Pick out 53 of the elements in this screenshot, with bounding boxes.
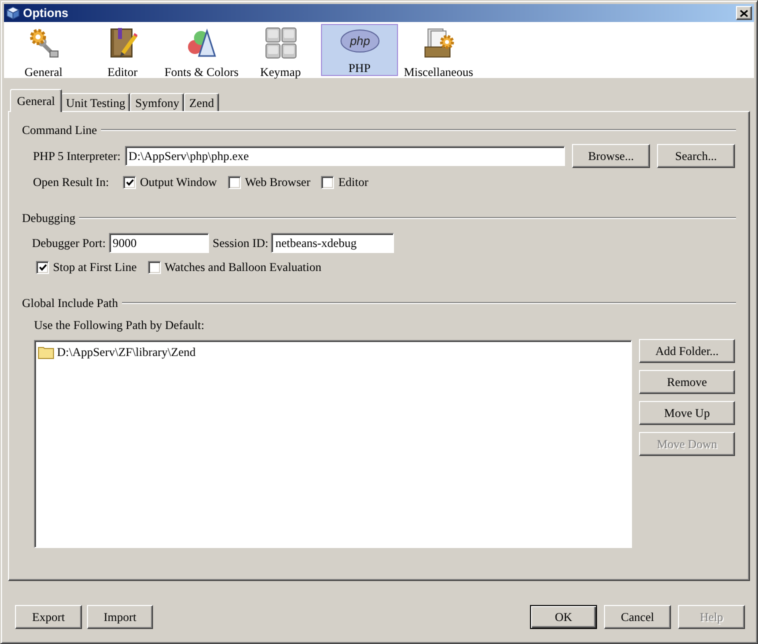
checkbox-label[interactable]: Watches and Balloon Evaluation	[164, 259, 322, 275]
checkbox-label[interactable]: Web Browser	[244, 174, 310, 190]
field-label: Debugger Port:	[32, 235, 106, 251]
caption-text: Use the Following Path by Default:	[33, 317, 204, 333]
cube-icon	[6, 6, 20, 20]
close-icon	[740, 10, 748, 16]
checkbox[interactable]	[321, 176, 334, 188]
remove-button[interactable]: Remove	[639, 370, 735, 394]
checkbox[interactable]	[123, 176, 136, 188]
field-label: PHP 5 Interpreter:	[33, 148, 121, 164]
port-field[interactable]: 9000	[108, 233, 209, 253]
color-shapes-icon	[186, 27, 218, 59]
checkbox[interactable]	[36, 260, 49, 274]
tab[interactable]: General	[10, 89, 62, 112]
close-button[interactable]	[736, 6, 752, 20]
move-up-button[interactable]: Move Up	[639, 401, 735, 425]
category-tab[interactable]: Miscellaneous	[400, 24, 477, 76]
tab[interactable]: Symfony	[130, 93, 184, 111]
path-list[interactable]: D:\AppServ\ZF\library\Zend	[34, 340, 632, 548]
field-label: Open Result In:	[33, 174, 109, 190]
section-title: Debugging	[22, 210, 76, 226]
field-label: Session ID:	[212, 235, 268, 251]
section-title: Command Line	[22, 122, 97, 138]
gear-wrench-icon	[28, 27, 60, 59]
keyboard-keys-icon	[264, 27, 296, 59]
tab[interactable]: Zend	[184, 93, 219, 111]
tab[interactable]: Unit Testing	[60, 93, 130, 111]
ok-button[interactable]: OK	[530, 605, 597, 629]
window-title: Options	[23, 6, 68, 20]
checkmark-icon	[126, 178, 134, 186]
export-button[interactable]: Export	[15, 605, 82, 629]
checkbox-label[interactable]: Output Window	[140, 174, 217, 190]
path-item[interactable]: D:\AppServ\ZF\library\Zend	[37, 344, 629, 360]
category-tab[interactable]: php PHP	[321, 24, 398, 76]
php-logo-icon: php	[340, 29, 380, 53]
category-tab[interactable]: Editor	[84, 24, 161, 76]
section-title: Global Include Path	[22, 295, 118, 311]
interpreter-field[interactable]: D:\AppServ\php\php.exe	[124, 146, 565, 166]
browse-button[interactable]: Browse...	[572, 144, 650, 168]
checkmark-icon	[38, 264, 46, 270]
checkbox[interactable]	[228, 176, 241, 188]
folder-icon	[38, 346, 54, 358]
add-folder-button[interactable]: Add Folder...	[639, 339, 735, 363]
checkbox-label[interactable]: Editor	[338, 174, 368, 190]
search-button[interactable]: Search...	[657, 144, 735, 168]
category-tab[interactable]: General	[5, 24, 82, 76]
documents-gear-icon	[422, 27, 454, 59]
session-id-field[interactable]: netbeans-xdebug	[271, 233, 394, 253]
import-button[interactable]: Import	[87, 605, 153, 629]
checkbox[interactable]	[148, 260, 161, 274]
category-tab[interactable]: Fonts & Colors	[163, 24, 240, 76]
cancel-button[interactable]: Cancel	[604, 605, 671, 629]
checkbox-label[interactable]: Stop at First Line	[53, 259, 137, 275]
